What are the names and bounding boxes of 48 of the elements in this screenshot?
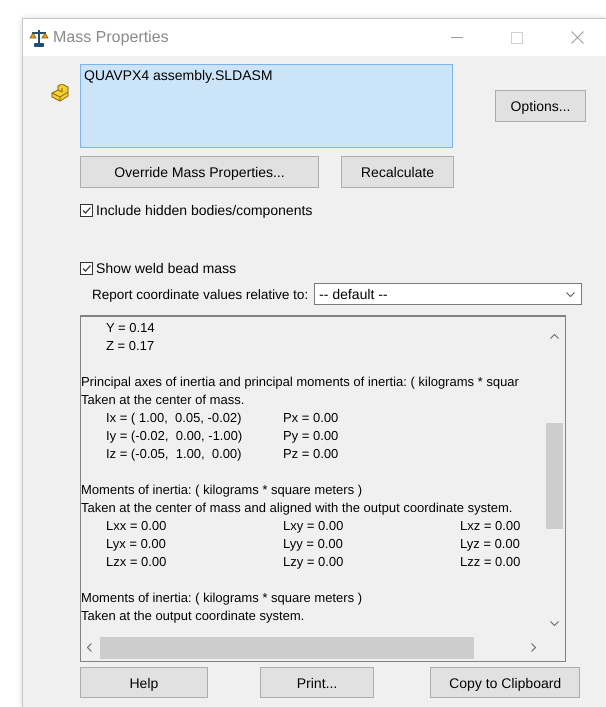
window-title: Mass Properties: [53, 28, 170, 46]
minimize-icon: [451, 36, 463, 38]
output-value: Py = 0.00: [283, 427, 340, 445]
part-icon: [50, 84, 70, 104]
output-text: Taken at the center of mass.: [81, 392, 244, 407]
output-value: Lyz = 0.00: [460, 535, 521, 553]
output-value: Ix = ( 1.00, 0.05, -0.02): [106, 409, 242, 427]
print-button[interactable]: Print...: [260, 667, 374, 698]
output-value: Pz = 0.00: [283, 445, 340, 463]
coordinate-dropdown[interactable]: -- default --: [314, 283, 582, 305]
output-text: Taken at the output coordinate system.: [81, 608, 304, 623]
report-label: Report coordinate values relative to:: [92, 286, 308, 302]
maximize-icon: [511, 32, 523, 44]
output-text: Principal axes of inertia and principal moments of inertia: ( kilograms * squar: [81, 374, 519, 389]
recalculate-button[interactable]: Recalculate: [341, 156, 454, 188]
checkbox[interactable]: [80, 262, 93, 274]
selection-item[interactable]: QUAVPX4 assembly.SLDASM: [84, 67, 273, 83]
output-value: Lyx = 0.00: [106, 535, 167, 553]
close-icon: [570, 31, 584, 44]
scroll-left-icon[interactable]: [87, 643, 92, 652]
checkbox-label: Include hidden bodies/components: [96, 202, 312, 218]
scroll-down-icon[interactable]: [550, 621, 559, 626]
output-value: Lyy = 0.00: [283, 535, 344, 553]
output-value: Lxy = 0.00: [283, 517, 344, 535]
scale-icon: [29, 28, 49, 48]
output-value: Iy = (-0.02, 0.00, -1.00): [106, 427, 244, 445]
checkbox[interactable]: [80, 204, 93, 216]
selection-list[interactable]: QUAVPX4 assembly.SLDASM: [80, 64, 453, 148]
copy-button[interactable]: Copy to Clipboard: [430, 667, 580, 698]
checkbox-label: Show weld bead mass: [96, 260, 236, 276]
output-text: Taken at the center of mass and aligned with the output coordinate system.: [81, 500, 512, 515]
output-value: Px = 0.00: [283, 409, 340, 427]
scroll-up-icon[interactable]: [550, 334, 559, 339]
output-text: Moments of inertia: ( kilograms * square meters ): [81, 590, 362, 605]
output-value: Iz = (-0.05, 1.00, 0.00): [106, 445, 242, 463]
output-value: Lzx = 0.00: [106, 553, 168, 571]
override-button[interactable]: Override Mass Properties...: [80, 156, 319, 188]
output-value: Lxx = 0.00: [106, 517, 168, 535]
output-value: Lzy = 0.00: [283, 553, 344, 571]
scroll-right-icon[interactable]: [531, 643, 536, 652]
output-text: Y = 0.14: [106, 320, 155, 335]
output-value: Lxz = 0.00: [460, 517, 522, 535]
output-value: Lzz = 0.00: [460, 553, 522, 571]
help-button[interactable]: Help: [80, 667, 208, 698]
options-button[interactable]: Options...: [495, 90, 586, 122]
output-text: Moments of inertia: ( kilograms * square meters ): [81, 482, 362, 497]
output-text: Z = 0.17: [106, 338, 154, 353]
caret-icon: [566, 292, 576, 296]
